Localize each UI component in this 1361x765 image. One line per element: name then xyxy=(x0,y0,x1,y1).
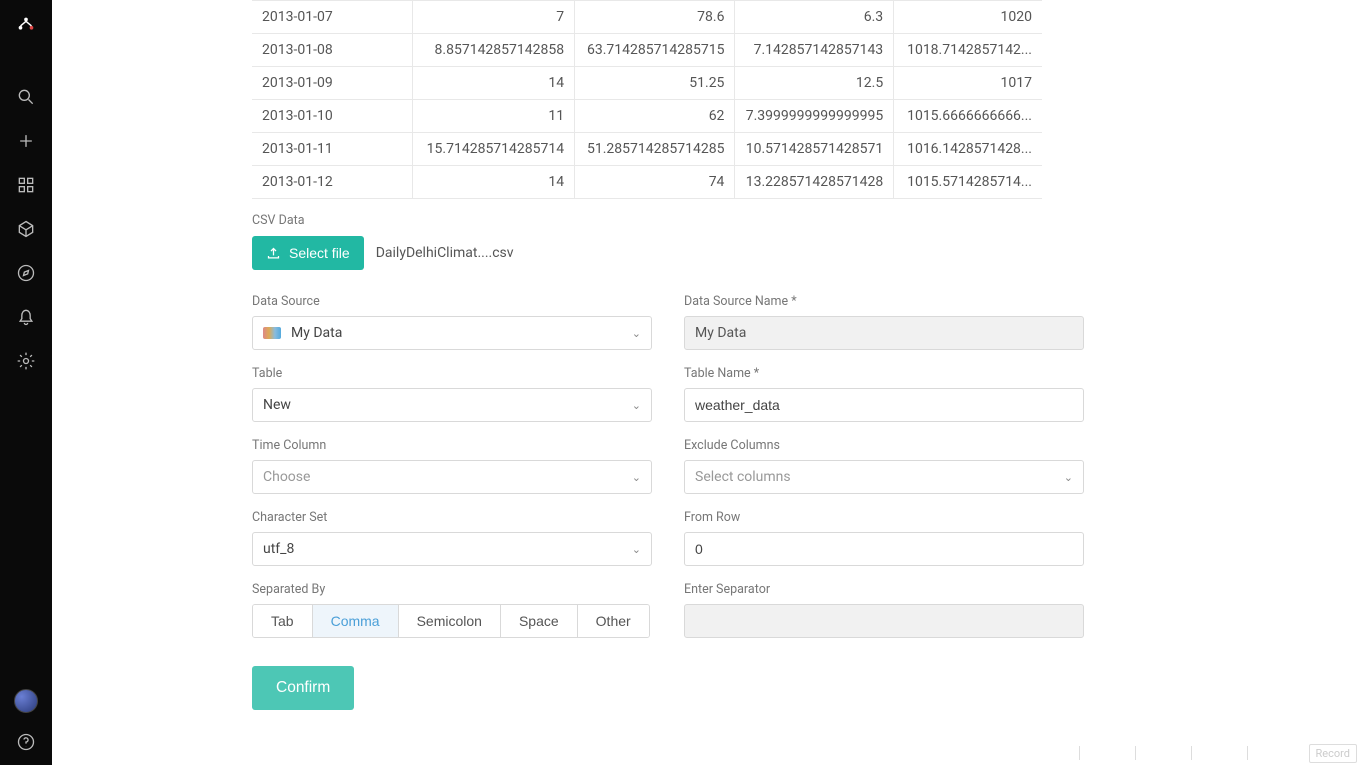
data-source-icon xyxy=(263,327,281,339)
from-row-input[interactable] xyxy=(684,532,1084,566)
character-set-select[interactable]: utf_8 ⌄ xyxy=(252,532,652,566)
data-preview-table: 2013-01-07778.66.310202013-01-088.857142… xyxy=(252,0,1042,199)
table-name-label: Table Name * xyxy=(684,366,1084,381)
table-cell: 2013-01-11 xyxy=(252,133,412,166)
separated-by-label: Separated By xyxy=(252,582,652,597)
table-cell: 14 xyxy=(412,166,574,199)
table-cell: 2013-01-08 xyxy=(252,34,412,67)
status-slot xyxy=(1079,746,1135,760)
table-cell: 1020 xyxy=(894,1,1042,34)
table-cell: 2013-01-12 xyxy=(252,166,412,199)
table-row: 2013-01-07778.66.31020 xyxy=(252,1,1042,34)
exclude-columns-label: Exclude Columns xyxy=(684,438,1084,453)
select-file-button[interactable]: Select file xyxy=(252,236,364,270)
data-source-select[interactable]: My Data ⌄ xyxy=(252,316,652,350)
table-cell: 14 xyxy=(412,67,574,100)
enter-separator-label: Enter Separator xyxy=(684,582,1084,597)
enter-separator-input xyxy=(684,604,1084,638)
table-cell: 2013-01-07 xyxy=(252,1,412,34)
chevron-down-icon: ⌄ xyxy=(1064,471,1073,484)
table-cell: 8.857142857142858 xyxy=(412,34,574,67)
separator-space[interactable]: Space xyxy=(501,605,578,637)
table-cell: 62 xyxy=(575,100,735,133)
chevron-down-icon: ⌄ xyxy=(632,471,641,484)
exclude-columns-select[interactable]: Select columns ⌄ xyxy=(684,460,1084,494)
table-select[interactable]: New ⌄ xyxy=(252,388,652,422)
separator-other[interactable]: Other xyxy=(578,605,649,637)
select-file-label: Select file xyxy=(289,245,350,261)
settings-icon[interactable] xyxy=(15,350,37,372)
dashboard-icon[interactable] xyxy=(15,174,37,196)
confirm-button[interactable]: Confirm xyxy=(252,666,354,710)
csv-data-label: CSV Data xyxy=(252,213,1092,228)
table-cell: 7.142857142857143 xyxy=(735,34,894,67)
table-row: 2013-01-1011627.39999999999999951015.666… xyxy=(252,100,1042,133)
table-cell: 7 xyxy=(412,1,574,34)
explore-icon[interactable] xyxy=(15,262,37,284)
app-logo xyxy=(15,14,37,36)
table-cell: 1015.6666666666... xyxy=(894,100,1042,133)
table-label: Table xyxy=(252,366,652,381)
table-cell: 51.285714285714285 xyxy=(575,133,735,166)
from-row-label: From Row xyxy=(684,510,1084,525)
table-cell: 11 xyxy=(412,100,574,133)
status-slot xyxy=(1135,746,1191,760)
table-cell: 1016.1428571428... xyxy=(894,133,1042,166)
table-cell: 78.6 xyxy=(575,1,735,34)
table-cell: 7.3999999999999995 xyxy=(735,100,894,133)
table-cell: 51.25 xyxy=(575,67,735,100)
table-cell: 1017 xyxy=(894,67,1042,100)
separator-tab[interactable]: Tab xyxy=(253,605,313,637)
character-set-label: Character Set xyxy=(252,510,652,525)
status-slot xyxy=(1247,746,1303,760)
table-cell: 2013-01-09 xyxy=(252,67,412,100)
chevron-down-icon: ⌄ xyxy=(632,399,641,412)
search-icon[interactable] xyxy=(15,86,37,108)
sidebar xyxy=(0,0,52,765)
chevron-down-icon: ⌄ xyxy=(632,327,641,340)
status-slot xyxy=(1191,746,1247,760)
bell-icon[interactable] xyxy=(15,306,37,328)
separator-segment-group: Tab Comma Semicolon Space Other xyxy=(252,604,650,638)
table-cell: 10.571428571428571 xyxy=(735,133,894,166)
add-icon[interactable] xyxy=(15,130,37,152)
data-source-name-input: My Data xyxy=(684,316,1084,350)
table-row: 2013-01-088.85714285714285863.7142857142… xyxy=(252,34,1042,67)
table-cell: 15.714285714285714 xyxy=(412,133,574,166)
record-button[interactable]: Record xyxy=(1309,744,1357,763)
separator-semicolon[interactable]: Semicolon xyxy=(399,605,501,637)
table-cell: 74 xyxy=(575,166,735,199)
table-cell: 1015.5714285714... xyxy=(894,166,1042,199)
table-row: 2013-01-1115.71428571428571451.285714285… xyxy=(252,133,1042,166)
chevron-down-icon: ⌄ xyxy=(632,543,641,556)
help-icon[interactable] xyxy=(15,731,37,753)
table-row: 2013-01-091451.2512.51017 xyxy=(252,67,1042,100)
table-row: 2013-01-12147413.2285714285714281015.571… xyxy=(252,166,1042,199)
separator-comma[interactable]: Comma xyxy=(313,605,399,637)
data-source-label: Data Source xyxy=(252,294,652,309)
status-bar: Record xyxy=(52,741,1361,765)
table-cell: 2013-01-10 xyxy=(252,100,412,133)
table-cell: 1018.7142857142... xyxy=(894,34,1042,67)
time-column-select[interactable]: Choose ⌄ xyxy=(252,460,652,494)
table-cell: 63.714285714285715 xyxy=(575,34,735,67)
table-cell: 6.3 xyxy=(735,1,894,34)
table-name-input[interactable] xyxy=(684,388,1084,422)
time-column-label: Time Column xyxy=(252,438,652,453)
cube-icon[interactable] xyxy=(15,218,37,240)
selected-filename: DailyDelhiClimat....csv xyxy=(376,245,514,261)
table-cell: 12.5 xyxy=(735,67,894,100)
table-cell: 13.228571428571428 xyxy=(735,166,894,199)
avatar[interactable] xyxy=(14,689,38,713)
data-source-name-label: Data Source Name * xyxy=(684,294,1084,309)
